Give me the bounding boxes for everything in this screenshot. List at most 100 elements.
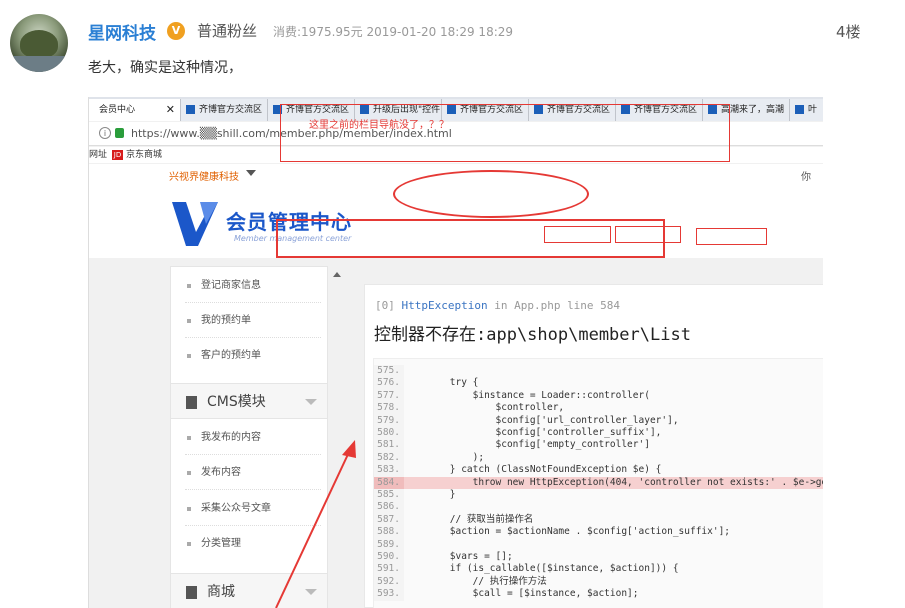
line-number: 580. <box>374 427 404 440</box>
code-line: 583. } catch (ClassNotFoundException $e)… <box>374 464 823 477</box>
code-text: // 执行操作方法 <box>404 575 547 587</box>
code-line: 576. try { <box>374 377 823 390</box>
code-text: if (is_callable([$instance, $action])) { <box>404 563 679 575</box>
annotation-text: 这里之前的栏目导航没了，？？ <box>309 120 449 131</box>
chevron-down-icon <box>305 399 317 405</box>
code-text: $action = $actionName . $config['action_… <box>404 526 731 538</box>
code-text: $config['empty_controller'] <box>404 439 650 451</box>
sidebar-section-cms[interactable]: CMS模块 <box>171 383 327 419</box>
code-text: $call = [$instance, $action]; <box>404 588 639 600</box>
floor-number: 4楼 <box>836 23 861 41</box>
line-number: 582. <box>374 451 404 465</box>
code-text: } catch (ClassNotFoundException $e) { <box>404 464 662 476</box>
lock-icon <box>186 586 197 599</box>
sidebar-item-collect-articles[interactable]: 采集公众号文章 <box>185 491 321 526</box>
code-line: 580. $config['controller_suffix'], <box>374 427 823 440</box>
code-text: } <box>404 489 456 500</box>
jd-icon: JD <box>112 150 123 160</box>
code-text: $config['url_controller_layer'], <box>404 414 679 426</box>
code-line: 587. // 获取当前操作名 <box>374 513 823 527</box>
code-line: 591. if (is_callable([$instance, $action… <box>374 563 823 576</box>
sidebar-item-my-posts[interactable]: 我发布的内容 <box>185 420 321 455</box>
line-number: 592. <box>374 575 404 589</box>
line-number: 588. <box>374 526 404 539</box>
line-number: 578. <box>374 402 404 415</box>
sidebar: 登记商家信息 我的预约单 客户的预约单 CMS模块 我发布的内容 发布内容 采集… <box>170 266 328 608</box>
section-label: CMS模块 <box>207 394 266 410</box>
line-number: 583. <box>374 464 404 477</box>
code-line: 584. throw new HttpException(404, 'contr… <box>374 476 823 489</box>
sidebar-item-register-merchant[interactable]: 登记商家信息 <box>185 268 321 303</box>
sidebar-item-publish[interactable]: 发布内容 <box>185 455 321 490</box>
code-listing: 575. 576. try {577. $instance = Loader::c… <box>373 358 823 608</box>
code-text: try { <box>404 377 479 389</box>
company-link[interactable]: 兴视界健康科技 <box>169 168 239 183</box>
code-line: 579. $config['url_controller_layer'], <box>374 414 823 427</box>
line-number: 590. <box>374 551 404 564</box>
sidebar-item-my-bookings[interactable]: 我的预约单 <box>185 303 321 338</box>
chevron-up-icon[interactable] <box>333 272 341 277</box>
code-text: ); <box>404 451 485 463</box>
line-number: 587. <box>374 513 404 527</box>
code-text: $vars = []; <box>404 551 513 562</box>
error-title-highlight <box>276 219 665 258</box>
code-line: 581. $config['empty_controller'] <box>374 439 823 452</box>
error-panel: [0] HttpException in App.php line 584 控制… <box>364 284 823 608</box>
line-number: 575. <box>374 365 404 378</box>
close-icon[interactable]: ✕ <box>166 99 175 121</box>
error-header-circle <box>393 170 589 218</box>
error-index: [0] <box>375 299 395 312</box>
logo-v-icon <box>172 202 218 246</box>
code-text: $controller, <box>404 402 565 414</box>
code-text: $instance = Loader::controller( <box>404 389 650 401</box>
sidebar-scrollbar[interactable] <box>330 266 344 608</box>
exception-name[interactable]: HttpException <box>402 299 488 312</box>
code-line: 592. // 执行操作方法 <box>374 575 823 589</box>
chevron-down-icon[interactable] <box>246 170 256 176</box>
line-number: 579. <box>374 414 404 427</box>
sidebar-item-customer-bookings[interactable]: 客户的预约单 <box>185 338 321 373</box>
line-number: 576. <box>374 377 404 390</box>
tab-ye[interactable]: 叶 <box>790 99 823 121</box>
code-line: 589. <box>374 538 823 551</box>
code-line: 577. $instance = Loader::controller( <box>374 389 823 403</box>
tab-qibo-1[interactable]: 齐博官方交流区 <box>181 99 268 121</box>
tab-label: 会员中心 <box>99 105 136 115</box>
line-number: 593. <box>374 588 404 601</box>
bookmark-websites[interactable]: 网址 <box>89 147 107 163</box>
post-meta: 消费:1975.95元 2019-01-20 18:29 18:29 <box>273 25 514 39</box>
tab-label: 高潮来了，高潮 <box>721 105 785 115</box>
line-number: 584. <box>374 476 404 489</box>
line-number: 589. <box>374 538 404 551</box>
lock-icon <box>115 128 124 138</box>
bookmark-jd[interactable]: 京东商城 <box>126 147 162 163</box>
line-number: 585. <box>374 489 404 502</box>
chevron-down-icon <box>305 589 317 595</box>
favicon-icon <box>186 105 195 114</box>
code-text: // 获取当前操作名 <box>404 513 534 525</box>
sidebar-item-category-manage[interactable]: 分类管理 <box>185 526 321 561</box>
tab-label: 齐博官方交流区 <box>199 105 263 115</box>
favicon-icon <box>795 105 804 114</box>
code-line: 590. $vars = []; <box>374 551 823 564</box>
annotation-small-box <box>696 228 767 245</box>
section-label: 商城 <box>207 584 235 600</box>
error-title: 控制器不存在:app\shop\member\List <box>365 318 823 356</box>
annotation-box <box>280 104 730 162</box>
error-header: [0] HttpException in App.php line 584 <box>375 299 620 312</box>
user-avatar[interactable] <box>10 14 68 72</box>
line-number: 586. <box>374 501 404 514</box>
sidebar-section-shop[interactable]: 商城 <box>171 573 327 608</box>
tab-label: 叶 <box>808 105 818 115</box>
code-line: 588. $action = $actionName . $config['ac… <box>374 526 823 539</box>
code-line: 578. $controller, <box>374 402 823 415</box>
code-text: throw new HttpException(404, 'controller… <box>404 476 823 488</box>
line-number: 581. <box>374 439 404 452</box>
line-number: 591. <box>374 563 404 576</box>
username-link[interactable]: 星网科技 <box>88 19 156 44</box>
error-location: in App.php line 584 <box>487 299 621 312</box>
info-icon[interactable]: i <box>99 127 111 139</box>
code-line: 582. ); <box>374 451 823 465</box>
tab-member-center[interactable]: 会员中心 ✕ <box>89 99 181 121</box>
line-number: 577. <box>374 389 404 403</box>
